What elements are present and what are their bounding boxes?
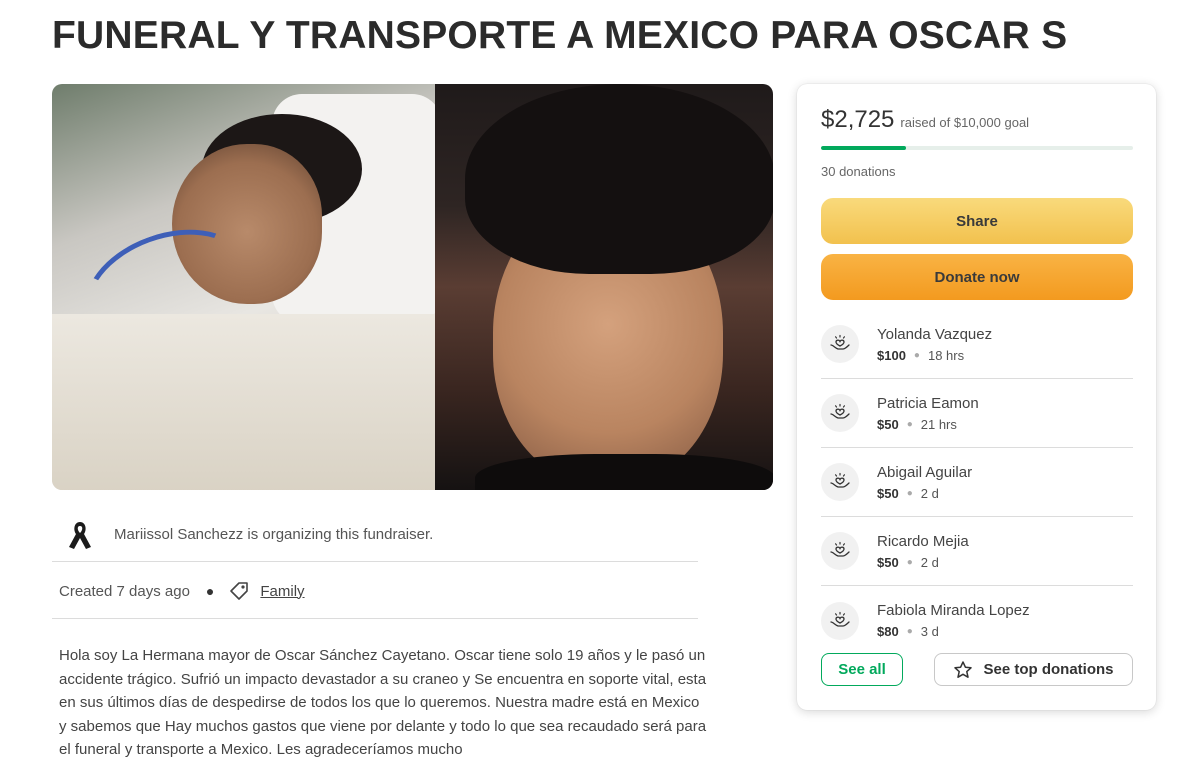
heart-hands-icon — [821, 463, 859, 501]
page-title: FUNERAL Y TRANSPORTE A MEXICO PARA OSCAR… — [52, 14, 1068, 57]
mourning-ribbon-icon — [52, 519, 108, 551]
heart-hands-icon — [821, 394, 859, 432]
campaign-photo[interactable] — [52, 84, 773, 490]
category-link[interactable]: Family — [260, 583, 304, 600]
donor-item: Abigail Aguilar $50 ● 2 d — [821, 448, 1133, 517]
donor-amount: $80 — [877, 624, 899, 639]
raised-amount: $2,725 — [821, 106, 895, 133]
donor-time: 18 hrs — [927, 347, 965, 363]
raised-summary: $2,725 raised of $10,000 goal — [821, 106, 1029, 134]
donation-count: 30 donations — [821, 164, 896, 179]
donor-time: 2 d — [920, 485, 939, 501]
bullet: ● — [906, 487, 913, 499]
donate-now-button[interactable]: Donate now — [821, 254, 1133, 300]
divider — [52, 618, 698, 619]
meta-separator: ● — [205, 583, 215, 599]
organizer-text: Mariissol Sanchezz is organizing this fu… — [114, 526, 434, 543]
share-button[interactable]: Share — [821, 198, 1133, 244]
raised-goal: raised of $10,000 goal — [900, 115, 1030, 130]
organizer-row: Mariissol Sanchezz is organizing this fu… — [52, 508, 698, 562]
bullet: ● — [906, 556, 913, 568]
donor-amount: $50 — [877, 416, 899, 432]
donor-item: Patricia Eamon $50 ● 21 hrs — [821, 379, 1133, 448]
bullet: ● — [906, 626, 913, 637]
donor-item: Ricardo Mejia $50 ● 2 d — [821, 517, 1133, 586]
donor-time: 21 hrs — [920, 416, 957, 432]
donor-amount: $50 — [877, 485, 899, 501]
progress-bar — [821, 146, 1133, 150]
donor-name: Ricardo Mejia — [877, 532, 969, 550]
hospital-photo — [52, 84, 442, 490]
donor-name: Patricia Eamon — [877, 394, 979, 412]
see-top-donations-label: See top donations — [983, 661, 1114, 678]
see-top-donations-button[interactable]: See top donations — [934, 653, 1133, 686]
donor-time: 3 d — [920, 624, 939, 639]
progress-fill — [821, 146, 907, 150]
bullet: ● — [913, 349, 920, 361]
donor-name: Fabiola Miranda Lopez — [877, 602, 1030, 619]
heart-hands-icon — [821, 532, 859, 570]
donor-name: Yolanda Vazquez — [877, 325, 993, 343]
heart-hands-icon — [821, 601, 859, 640]
donor-list: Yolanda Vazquez $100 ● 18 hrs Patricia Eam… — [821, 310, 1133, 655]
donor-amount: $100 — [877, 347, 906, 363]
donor-item: Yolanda Vazquez $100 ● 18 hrs — [821, 310, 1133, 379]
portrait-photo — [435, 84, 773, 490]
bullet: ● — [906, 418, 913, 430]
donor-time: 2 d — [920, 554, 939, 570]
donor-name: Abigail Aguilar — [877, 463, 973, 481]
campaign-meta: Created 7 days ago ● Family — [59, 576, 305, 606]
see-all-button[interactable]: See all — [821, 653, 903, 686]
created-date: Created 7 days ago — [59, 582, 190, 600]
donor-amount: $50 — [877, 554, 899, 570]
star-icon — [954, 660, 973, 678]
donor-item: Fabiola Miranda Lopez $80 ● 3 d — [821, 586, 1133, 655]
campaign-story: Hola soy La Hermana mayor de Oscar Sánch… — [59, 647, 707, 759]
tag-icon — [228, 580, 250, 602]
donation-card: $2,725 raised of $10,000 goal 30 donatio… — [797, 84, 1156, 710]
heart-hands-icon — [821, 325, 859, 363]
